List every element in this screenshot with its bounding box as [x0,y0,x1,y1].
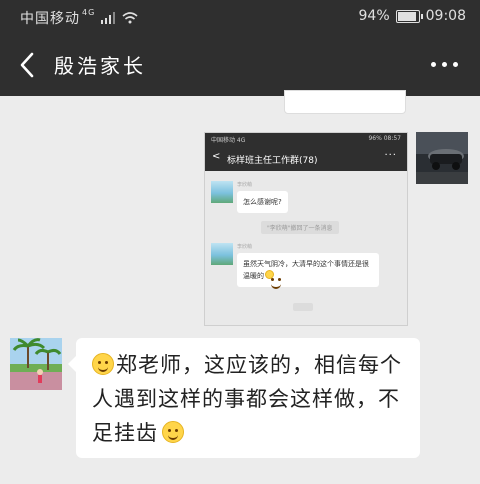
screenshot-avatar [211,243,233,265]
screenshot-message-2: 虽然天气阴冷，大清早的这个事情还是很温暖的 [237,253,379,289]
status-bar: 中国移动 4G 94% 09:08 [0,0,480,34]
received-message-bubble[interactable]: 郑老师，这应该的，相信每个人遇到这样的事都会这样做，不足挂齿 [68,338,420,458]
back-button[interactable] [14,48,42,82]
carrier-name: 中国移动 [20,11,80,27]
smiley-icon [162,421,184,443]
more-dot-icon [431,62,436,67]
screenshot-sender: 李欣萌 [237,182,253,188]
more-options-button[interactable] [431,62,458,67]
screenshot-time: 96% 08:57 [368,135,401,142]
screenshot-system-message-2 [293,303,313,311]
my-avatar[interactable] [416,132,468,184]
signal-icon [100,12,115,24]
carrier: 中国移动 4G [20,8,138,28]
more-dot-icon [453,62,458,67]
avatar-photo [10,338,62,390]
chat-header: 殷浩家长 [0,34,480,96]
screenshot-carrier: 中国移动 4G [211,137,246,144]
battery-fill [397,11,416,21]
screenshot-message-2-text: 虽然天气阴冷，大清早的这个事情还是很温暖的 [243,260,369,280]
screenshot-system-message: "李欣萌"撤回了一条消息 [261,221,339,234]
chevron-left-icon [20,52,34,78]
chat-title: 殷浩家长 [54,54,146,78]
screenshot-sender: 李欣萌 [237,244,253,250]
screenshot-message-1: 怎么感谢呢? [237,191,288,213]
image-message[interactable]: 中国移动 4G 96% 08:57 < 标样班主任工作群(78) ··· 李欣萌… [204,132,408,326]
screenshot-header: < 标样班主任工作群(78) ··· [205,145,407,171]
screenshot-title: 标样班主任工作群(78) [227,156,318,166]
received-message-text: 郑老师，这应该的，相信每个人遇到这样的事都会这样做，不足挂齿 [92,353,402,445]
message-list[interactable]: 中国移动 4G 96% 08:57 < 标样班主任工作群(78) ··· 李欣萌… [0,90,480,484]
more-dot-icon [442,62,447,67]
screenshot-status-bar: 中国移动 4G 96% 08:57 [205,133,407,145]
battery-icon [395,9,423,23]
screenshot-back-icon: < [212,151,221,162]
status-right: 94% 09:08 [359,8,466,24]
wifi-icon [122,12,138,24]
avatar-photo [416,132,468,184]
smiley-icon [265,270,281,289]
previous-message-bubble[interactable] [284,90,406,114]
screenshot-avatar [211,181,233,203]
clock: 09:08 [425,8,466,24]
screenshot-more-icon: ··· [384,150,397,161]
smiley-icon [92,353,114,375]
contact-avatar[interactable] [10,338,62,390]
network-type: 4G [82,8,96,17]
battery-percent: 94% [358,8,390,24]
